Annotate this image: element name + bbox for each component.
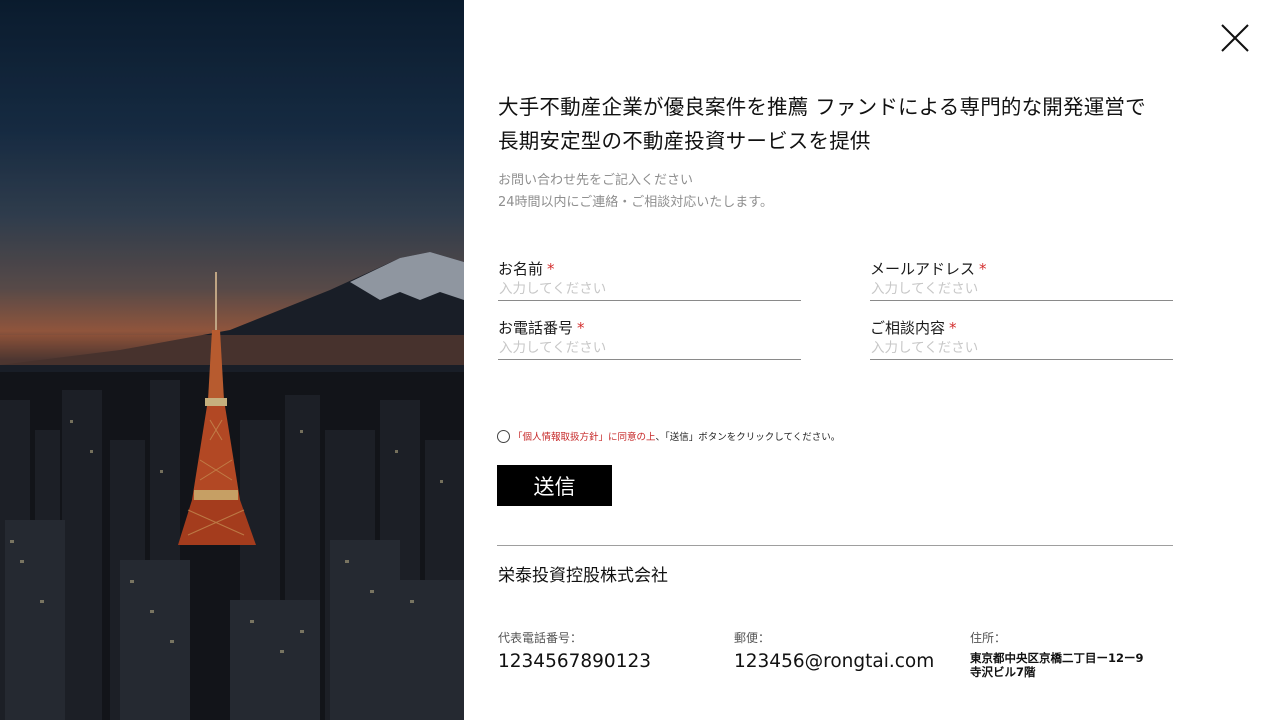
skyline-illustration <box>0 0 464 720</box>
headline-line-1: 大手不動産企業が優良案件を推薦 ファンドによる専門的な開発運営で <box>498 95 1146 119</box>
mail-info-label: 郵便： <box>734 631 771 645</box>
intro-line-1: お問い合わせ先をご記入ください <box>498 173 694 188</box>
address-line-2: 寺沢ビル7階 <box>970 665 1036 679</box>
divider <box>497 545 1173 546</box>
email-input[interactable] <box>870 279 1173 301</box>
intro-line-2: 24時間以内にご連絡・ご相談対応いたします。 <box>498 195 773 210</box>
intro-text: お問い合わせ先をご記入ください 24時間以内にご連絡・ご相談対応いたします。 <box>498 170 773 214</box>
privacy-policy-link[interactable]: 「個人情報取扱方針」に同意の上 <box>513 432 656 443</box>
inquiry-input[interactable] <box>870 338 1173 360</box>
consent-text: 、「送信」ボタンをクリックしてください。 <box>655 432 841 443</box>
email-label: メールアドレス <box>870 260 976 278</box>
headline-line-2: 長期安定型の不動産投資サービスを提供 <box>498 129 871 153</box>
phone-label: お電話番号 <box>498 319 574 337</box>
contact-phone: 代表電話番号： 1234567890123 <box>498 630 651 675</box>
close-icon[interactable] <box>1220 23 1250 53</box>
email-field-group: メールアドレス * <box>870 259 1173 301</box>
inquiry-field-group: ご相談内容 * <box>870 318 1173 360</box>
name-input[interactable] <box>498 279 801 301</box>
company-name: 栄泰投資控股株式会社 <box>498 566 668 586</box>
consent-radio[interactable] <box>497 429 510 443</box>
phone-input[interactable] <box>498 338 801 360</box>
address-info-label: 住所： <box>970 631 1007 645</box>
address-line-1: 東京都中央区京橋二丁目ー12ー9 <box>970 651 1144 665</box>
close-button[interactable] <box>1220 23 1250 53</box>
page-headline: 大手不動産企業が優良案件を推薦 ファンドによる専門的な開発運営で 長期安定型の不… <box>498 90 1188 158</box>
required-mark: * <box>979 260 987 278</box>
phone-info-label: 代表電話番号： <box>498 631 583 645</box>
submit-button[interactable]: 送信 <box>497 465 612 506</box>
required-mark: * <box>949 319 957 337</box>
hero-photo <box>0 0 464 720</box>
inquiry-label: ご相談内容 <box>870 319 946 337</box>
contact-address: 住所： 東京都中央区京橋二丁目ー12ー9 寺沢ビル7階 <box>970 630 1144 679</box>
consent-row: 「個人情報取扱方針」に同意の上、「送信」ボタンをクリックしてください。 <box>497 429 840 443</box>
phone-info-value: 1234567890123 <box>498 651 652 672</box>
required-mark: * <box>577 319 585 337</box>
name-field-group: お名前 * <box>498 259 801 301</box>
required-mark: * <box>547 260 555 278</box>
phone-field-group: お電話番号 * <box>498 318 801 360</box>
contact-mail: 郵便： 123456@rongtai.com <box>734 630 934 675</box>
mail-info-value: 123456@rongtai.com <box>734 651 935 672</box>
address-info-value: 東京都中央区京橋二丁目ー12ー9 寺沢ビル7階 <box>970 651 1144 679</box>
name-label: お名前 <box>498 260 544 278</box>
